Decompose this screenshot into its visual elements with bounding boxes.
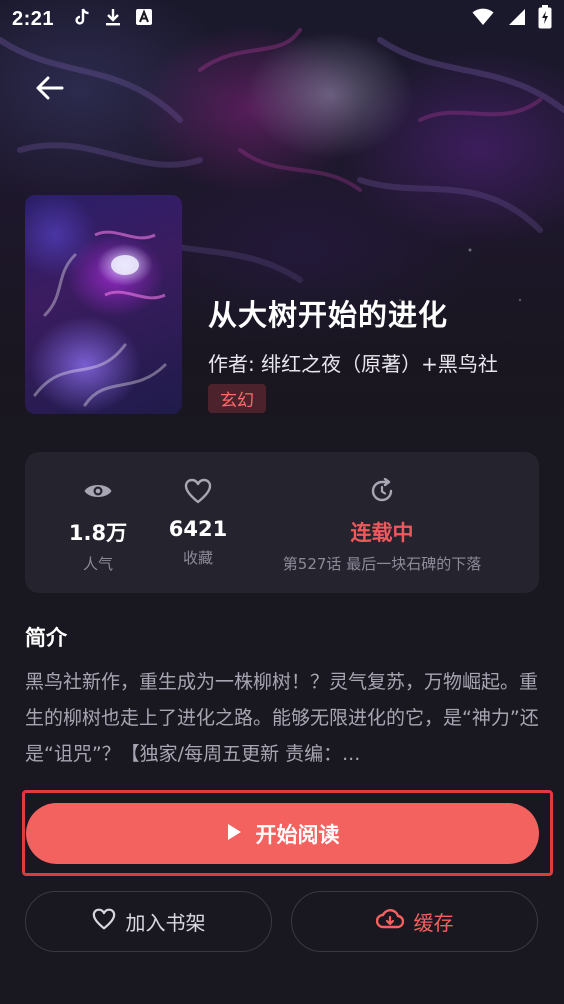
book-cover[interactable] [25,195,182,414]
arrow-left-icon [36,76,64,104]
cache-label: 缓存 [413,911,454,935]
add-to-shelf-label: 加入书架 [125,911,206,935]
tiktok-icon [74,8,90,30]
heart-icon [92,908,116,935]
cloud-download-icon [375,908,404,935]
stat-favorites: 6421 收藏 [163,478,233,568]
book-author[interactable]: 作者: 绯红之夜（原著）+黑鸟社 [208,348,498,377]
favorites-value: 6421 [168,517,228,541]
status-bar: 2:21 [0,0,564,38]
heart-icon [184,478,212,508]
stat-popularity: 1.8万 人气 [63,479,133,574]
latest-chapter[interactable]: 第527话 最后一块石碑的下落 [257,553,507,574]
signal-icon [506,8,526,30]
battery-charging-icon [538,5,552,33]
download-icon [104,7,122,31]
intro-text[interactable]: 黑鸟社新作，重生成为一株柳树！？灵气复苏，万物崛起。重生的柳树也走上了进化之路。… [25,664,539,772]
popularity-value: 1.8万 [68,521,128,545]
favorites-label: 收藏 [182,549,213,567]
book-title: 从大树开始的进化 [208,298,449,332]
add-to-shelf-button[interactable]: 加入书架 [25,891,272,952]
serial-status: 连载中 [350,521,414,545]
font-icon [136,9,153,29]
play-icon [226,822,242,846]
wifi-icon [472,8,494,30]
status-time: 2:21 [12,7,55,30]
genre-tag[interactable]: 玄幻 [208,384,266,413]
stat-update: 连载中 第527话 最后一块石碑的下落 [257,477,507,574]
intro-title: 简介 [25,626,67,650]
stats-card: 1.8万 人气 6421 收藏 连载中 第527话 最后一块石碑的下落 [25,452,539,593]
eye-icon [83,481,113,505]
start-reading-label: 开始阅读 [255,822,340,847]
start-reading-button[interactable]: 开始阅读 [26,803,539,864]
cache-button[interactable]: 缓存 [291,891,538,952]
back-button[interactable] [30,70,70,110]
refresh-icon [369,477,395,508]
popularity-label: 人气 [82,555,113,573]
